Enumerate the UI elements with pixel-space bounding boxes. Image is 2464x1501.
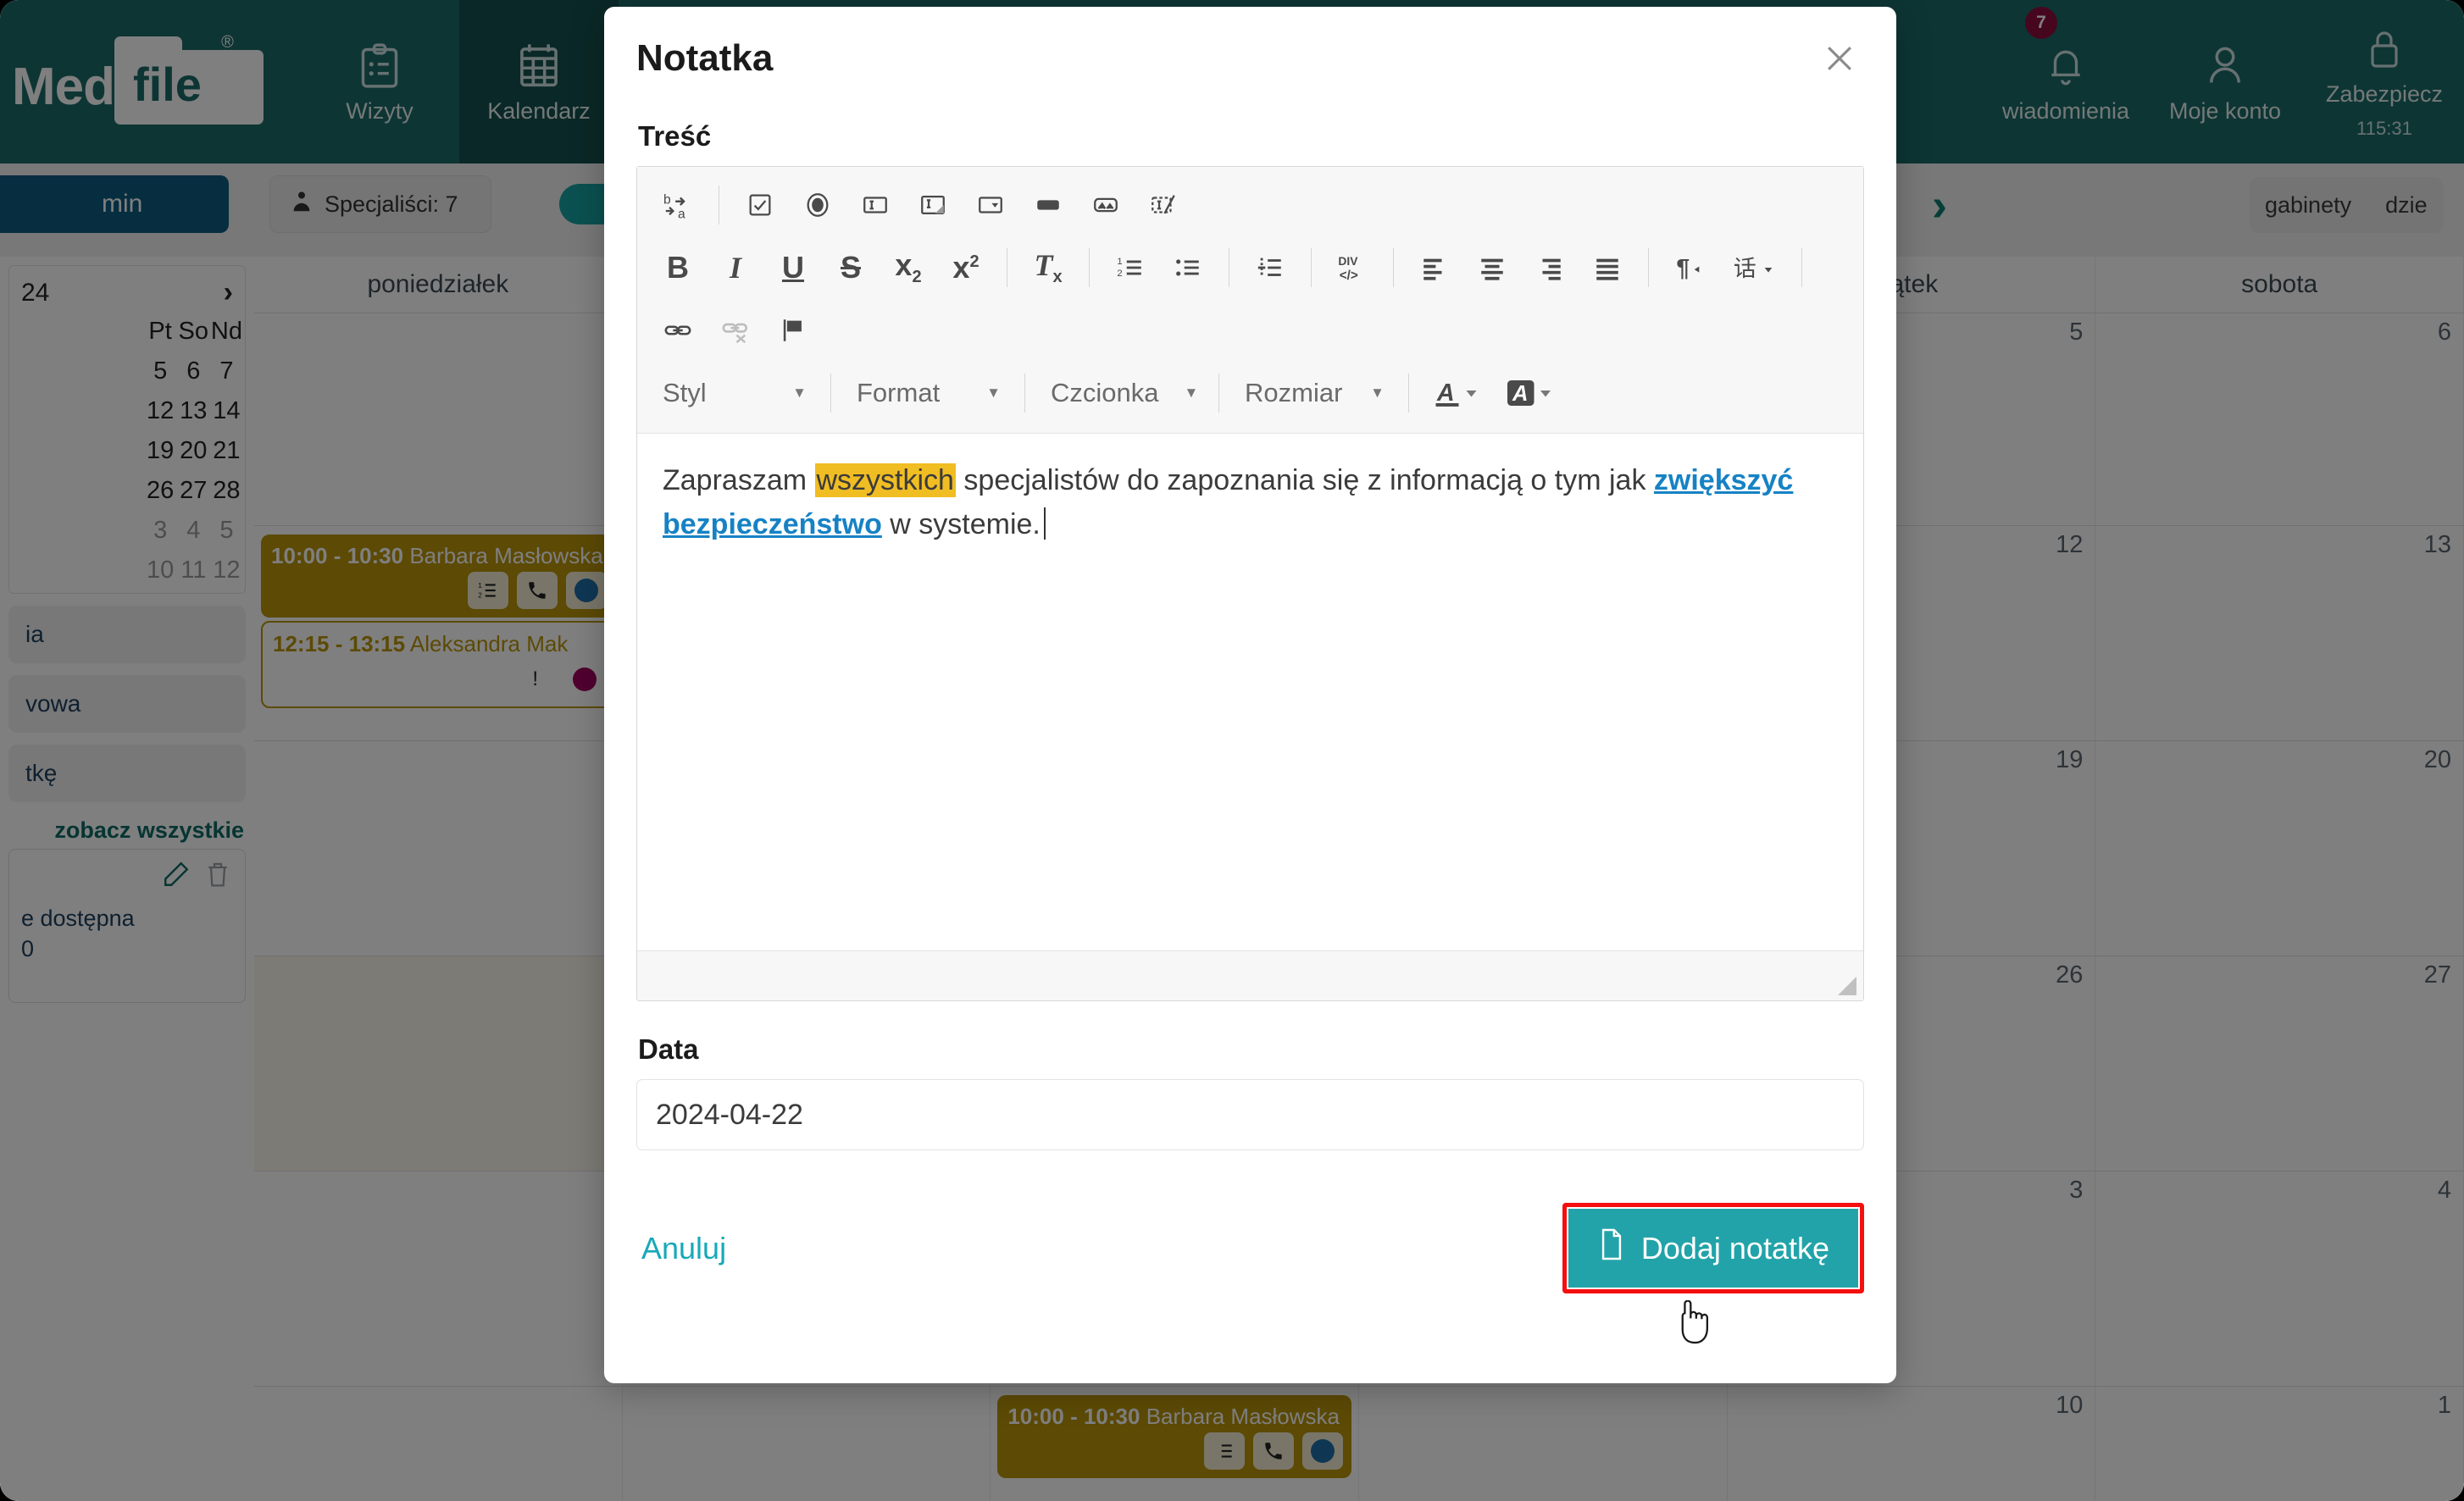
- svg-text:b: b: [663, 193, 671, 208]
- add-note-button[interactable]: Dodaj notatkę: [1568, 1209, 1858, 1288]
- toolbar-separator: [1024, 374, 1025, 413]
- svg-text:2: 2: [1117, 269, 1122, 279]
- svg-text:A: A: [1512, 382, 1528, 406]
- resize-handle-icon[interactable]: [1838, 977, 1856, 995]
- modal-header: Notatka: [636, 7, 1864, 110]
- toolbar-separator: [1801, 248, 1802, 287]
- format-dropdown-value: Format: [857, 378, 941, 407]
- subscript-icon[interactable]: x2: [883, 243, 934, 292]
- flag-icon[interactable]: [768, 306, 819, 355]
- align-center-icon[interactable]: [1467, 243, 1518, 292]
- toolbar-separator: [830, 374, 831, 413]
- close-icon[interactable]: [1815, 34, 1864, 83]
- editor-toolbar-row-4: Styl ▼ Format ▼ Czcionka ▼ Rozmiar ▼ A A: [649, 362, 1851, 424]
- superscript-icon[interactable]: x2: [941, 243, 991, 292]
- toolbar-separator: [1311, 248, 1312, 287]
- rich-text-editor: b a B I U S x2 x2 Tx 1 2 DIV </> ¶ 话 Sty…: [636, 166, 1864, 1001]
- app-window: Med file ®: [0, 0, 2464, 1501]
- editor-text-segment-1: Zapraszam: [663, 464, 815, 496]
- button-icon[interactable]: [1023, 180, 1074, 230]
- style-dropdown[interactable]: Styl ▼: [649, 368, 819, 418]
- svg-text:话: 话: [1734, 256, 1756, 281]
- editor-text-segment-3: w systemie.: [881, 507, 1041, 540]
- cancel-button[interactable]: Anuluj: [636, 1222, 731, 1275]
- italic-icon[interactable]: I: [710, 243, 761, 292]
- language-icon[interactable]: 话: [1722, 243, 1786, 292]
- toolbar-separator: [1648, 248, 1649, 287]
- chevron-down-icon: ▼: [1370, 385, 1385, 401]
- style-dropdown-value: Styl: [663, 378, 707, 407]
- align-right-icon[interactable]: [1524, 243, 1575, 292]
- size-dropdown[interactable]: Rozmiar ▼: [1231, 368, 1396, 418]
- bidi-icon[interactable]: b a: [652, 180, 703, 230]
- text-caret: [1043, 507, 1046, 540]
- align-justify-icon[interactable]: [1582, 243, 1633, 292]
- bulleted-list-icon[interactable]: [1163, 243, 1213, 292]
- chevron-down-icon: ▼: [986, 385, 1001, 401]
- text-color-icon[interactable]: A: [1424, 368, 1490, 418]
- checkbox-icon[interactable]: [735, 180, 785, 230]
- svg-text:a: a: [678, 208, 685, 219]
- unlink-icon[interactable]: [710, 306, 761, 355]
- background-color-icon[interactable]: A: [1497, 368, 1563, 418]
- add-note-button-label: Dodaj notatkę: [1640, 1230, 1829, 1266]
- text-direction-icon[interactable]: ¶: [1664, 243, 1715, 292]
- editor-content-area[interactable]: Zapraszam wszystkich specjalistów do zap…: [637, 434, 1863, 950]
- svg-text:DIV: DIV: [1338, 254, 1358, 268]
- toolbar-separator: [1393, 248, 1394, 287]
- numbered-list-icon[interactable]: 1 2: [1105, 243, 1156, 292]
- align-left-icon[interactable]: [1409, 243, 1460, 292]
- chevron-down-icon: ▼: [1184, 385, 1199, 401]
- indent-icon[interactable]: [1245, 243, 1296, 292]
- editor-toolbar: b a B I U S x2 x2 Tx 1 2 DIV </> ¶ 话 Sty…: [637, 167, 1863, 434]
- date-input[interactable]: 2024-04-22: [636, 1079, 1864, 1150]
- editor-highlighted-text: wszystkich: [814, 463, 956, 497]
- strikethrough-icon[interactable]: S: [825, 243, 876, 292]
- content-field-label: Treść: [638, 120, 712, 152]
- svg-text:</>: </>: [1340, 269, 1358, 283]
- editor-toolbar-row-1: b a: [649, 174, 1851, 236]
- font-dropdown[interactable]: Czcionka ▼: [1037, 368, 1207, 418]
- editor-footer: [637, 950, 1863, 1000]
- note-modal: Notatka Treść b a B I U S x2 x2 Tx 1 2 D…: [604, 7, 1896, 1383]
- svg-text:¶: ¶: [1676, 255, 1690, 282]
- toolbar-separator: [1089, 248, 1090, 287]
- editor-toolbar-row-3: [649, 299, 1851, 362]
- modal-footer: Anuluj Dodaj notatkę: [636, 1203, 1864, 1293]
- radio-icon[interactable]: [792, 180, 843, 230]
- toolbar-separator: [1408, 374, 1409, 413]
- editor-text-segment-2: specjalistów do zapoznania się z informa…: [955, 464, 1654, 496]
- image-button-icon[interactable]: [1080, 180, 1131, 230]
- bold-icon[interactable]: B: [652, 243, 703, 292]
- modal-title: Notatka: [636, 37, 774, 79]
- create-div-icon[interactable]: DIV </>: [1327, 243, 1378, 292]
- size-dropdown-value: Rozmiar: [1245, 378, 1343, 407]
- hidden-field-icon[interactable]: [1138, 180, 1189, 230]
- date-field-label: Data: [638, 1033, 699, 1065]
- select-field-icon[interactable]: [965, 180, 1016, 230]
- toolbar-separator: [1218, 374, 1219, 413]
- remove-format-icon[interactable]: Tx: [1023, 243, 1074, 292]
- editor-toolbar-row-2: B I U S x2 x2 Tx 1 2 DIV </> ¶ 话: [649, 236, 1851, 299]
- svg-text:1: 1: [1117, 257, 1122, 267]
- document-icon: [1597, 1227, 1626, 1269]
- font-dropdown-value: Czcionka: [1051, 378, 1159, 407]
- submit-button-highlight: Dodaj notatkę: [1562, 1203, 1864, 1293]
- text-field-icon[interactable]: [850, 180, 901, 230]
- format-dropdown[interactable]: Format ▼: [843, 368, 1013, 418]
- svg-text:A: A: [1436, 379, 1455, 407]
- link-icon[interactable]: [652, 306, 703, 355]
- underline-icon[interactable]: U: [768, 243, 819, 292]
- textarea-icon[interactable]: [907, 180, 958, 230]
- chevron-down-icon: ▼: [792, 385, 807, 401]
